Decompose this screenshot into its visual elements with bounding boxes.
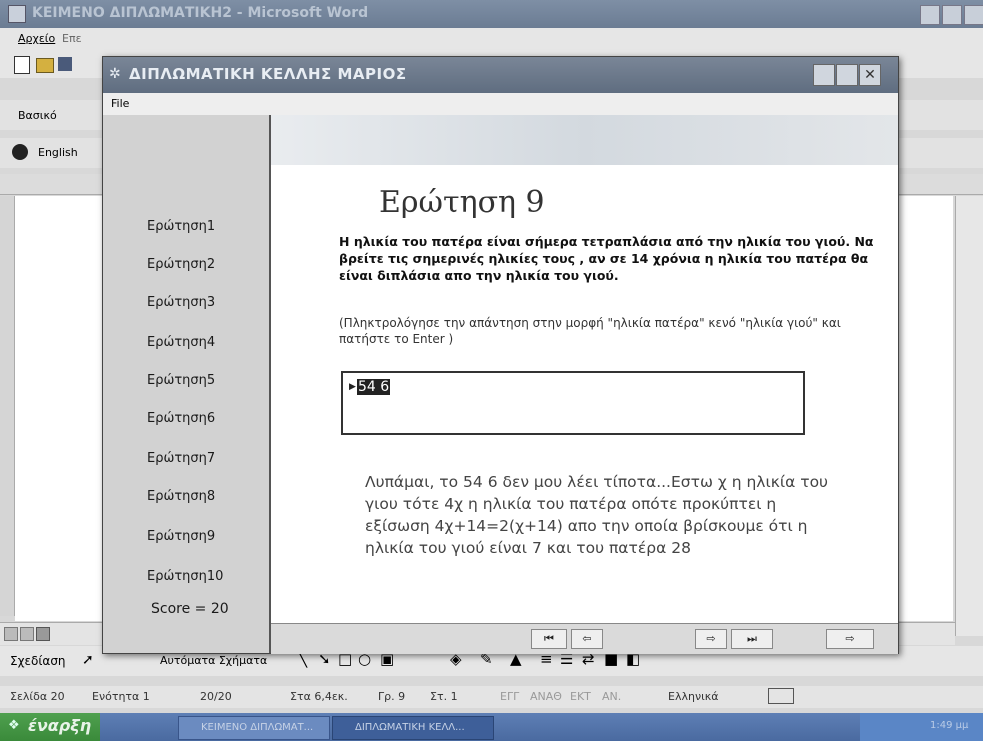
app-title-bar: ✲ ΔΙΠΛΩΜΑΤΙΚΗ ΚΕΛΛΗΣ ΜΑΡΙΟΣ ✕ — [103, 57, 898, 93]
status-col: Στ. 1 — [430, 690, 458, 703]
save-icon[interactable] — [58, 57, 72, 71]
taskbar-word-button[interactable]: ΚΕΙΜΕΝΟ ΔΙΠΛΩΜΑΤ... — [178, 716, 330, 740]
web-view-icon[interactable] — [20, 627, 34, 641]
word-menu-bar: Αρχείο Επε — [0, 28, 983, 50]
question-heading: Ερώτηση 9 — [379, 185, 545, 220]
question-text: Η ηλικία του πατέρα είναι σήμερα τετραπλ… — [339, 234, 874, 283]
navigation-bar: ⏮ ⇦ ⇨ ⏭ ⇨ — [271, 623, 898, 654]
taskbar-app-button[interactable]: ΔΙΠΛΩΜΑΤΙΚΗ ΚΕΛΛ... — [332, 716, 494, 740]
feedback-text: Λυπάμαι, το 54 6 δεν μου λέει τίποτα...Ε… — [365, 473, 829, 557]
start-label: έναρξη — [28, 716, 92, 735]
question-link-9[interactable]: Ερώτηση9 — [147, 529, 215, 544]
app-minimize-icon[interactable] — [813, 64, 835, 86]
status-line: Γρ. 9 — [378, 690, 406, 703]
status-rec[interactable]: ΕΓΓ — [500, 690, 519, 703]
header-banner — [271, 115, 898, 165]
score-label: Score = 20 — [151, 601, 229, 617]
taskbar-word-label: ΚΕΙΜΕΝΟ ΔΙΠΛΩΜΑΤ... — [201, 722, 314, 733]
word-title-bar: ΚΕΙΜΕΝΟ ΔΙΠΛΩΜΑΤΙΚΗ2 - Microsoft Word — [0, 0, 983, 28]
status-ext[interactable]: ΕΚΤ — [570, 690, 591, 703]
word-app-icon — [8, 5, 26, 23]
windows-taskbar: ❖ έναρξη ΚΕΙΜΕΝΟ ΔΙΠΛΩΜΑΤ... ΔΙΠΛΩΜΑΤΙΚΗ… — [0, 713, 983, 741]
maximize-icon[interactable] — [942, 5, 962, 25]
app-window-title: ΔΙΠΛΩΜΑΤΙΚΗ ΚΕΛΛΗΣ ΜΑΡΙΟΣ — [129, 65, 407, 83]
question-list-panel: Ερώτηση1 Ερώτηση2 Ερώτηση3 Ερώτηση4 Ερώτηση5… — [103, 115, 271, 653]
vertical-ruler — [0, 196, 15, 616]
status-ovr[interactable]: ΑΝ. — [602, 690, 621, 703]
taskbar-app-label: ΔΙΠΛΩΜΑΤΙΚΗ ΚΕΛΛ... — [355, 722, 465, 733]
word-status-bar: Σελίδα 20 Ενότητα 1 20/20 Στα 6,4εκ. Γρ.… — [0, 686, 983, 708]
word-menu-edit[interactable]: Επε — [62, 32, 82, 45]
system-tray: 1:49 μμ — [860, 713, 983, 741]
app-maximize-icon[interactable] — [836, 64, 858, 86]
app-menu-file[interactable]: File — [111, 97, 129, 110]
status-trk[interactable]: ΑΝΑΘ — [530, 690, 562, 703]
question-link-4[interactable]: Ερώτηση4 — [147, 335, 215, 350]
question-link-3[interactable]: Ερώτηση3 — [147, 295, 215, 310]
quiz-app-window: ✲ ΔΙΠΛΩΜΑΤΙΚΗ ΚΕΛΛΗΣ ΜΑΡΙΟΣ ✕ File Ερώτη… — [102, 56, 899, 654]
question-link-5[interactable]: Ερώτηση5 — [147, 373, 215, 388]
language-icon[interactable] — [12, 144, 28, 160]
status-page: Σελίδα 20 — [10, 690, 65, 703]
word-window-title: ΚΕΙΜΕΝΟ ΔΙΠΛΩΜΑΤΙΚΗ2 - Microsoft Word — [32, 5, 369, 21]
previous-question-icon[interactable]: ⇦ — [571, 629, 603, 649]
question-link-8[interactable]: Ερώτηση8 — [147, 489, 215, 504]
question-panel: Ερώτηση 9 Η ηλικία του πατέρα είναι σήμε… — [271, 115, 898, 623]
app-gear-icon: ✲ — [109, 66, 121, 82]
vertical-scrollbar[interactable] — [955, 196, 983, 636]
windows-logo-icon: ❖ — [8, 718, 20, 733]
status-pages: 20/20 — [200, 690, 232, 703]
print-view-icon[interactable] — [36, 627, 50, 641]
spelling-status-icon[interactable] — [768, 688, 794, 704]
style-dropdown[interactable]: Βασικό — [18, 109, 57, 122]
exit-icon[interactable]: ⇨ — [826, 629, 874, 649]
status-at: Στα 6,4εκ. — [290, 690, 348, 703]
question-link-10[interactable]: Ερώτηση10 — [147, 569, 223, 584]
autoshapes-menu[interactable]: Αυτόματα Σχήματα — [160, 654, 267, 667]
answer-input-box[interactable]: ▶ 54 6 — [341, 371, 805, 435]
first-question-icon[interactable]: ⏮ — [531, 629, 567, 649]
question-link-6[interactable]: Ερώτηση6 — [147, 411, 215, 426]
draw-menu[interactable]: Σχεδίαση — [10, 654, 66, 668]
start-button[interactable]: ❖ έναρξη — [0, 713, 100, 741]
caret-icon: ▶ — [349, 382, 356, 392]
word-menu-file[interactable]: Αρχείο — [18, 32, 55, 45]
status-language: Ελληνικά — [668, 690, 719, 703]
clock: 1:49 μμ — [930, 720, 969, 731]
status-section: Ενότητα 1 — [92, 690, 150, 703]
close-icon[interactable] — [964, 5, 983, 25]
language-label[interactable]: English — [38, 146, 78, 159]
last-question-icon[interactable]: ⏭ — [731, 629, 773, 649]
open-folder-icon[interactable] — [36, 58, 54, 73]
document-page-right — [893, 196, 953, 621]
question-link-1[interactable]: Ερώτηση1 — [147, 219, 215, 234]
answer-instruction: (Πληκτρολόγησε την απάντηση στην μορφή "… — [339, 316, 841, 346]
normal-view-icon[interactable] — [4, 627, 18, 641]
question-link-7[interactable]: Ερώτηση7 — [147, 451, 215, 466]
document-page-left — [15, 196, 105, 621]
question-link-2[interactable]: Ερώτηση2 — [147, 257, 215, 272]
answer-input-value[interactable]: 54 6 — [357, 379, 391, 395]
app-menu-bar: File — [103, 93, 898, 115]
next-question-icon[interactable]: ⇨ — [695, 629, 727, 649]
app-close-icon[interactable]: ✕ — [859, 64, 881, 86]
select-pointer-icon[interactable]: ➚ — [82, 652, 94, 668]
minimize-icon[interactable] — [920, 5, 940, 25]
new-document-icon[interactable] — [14, 56, 30, 74]
